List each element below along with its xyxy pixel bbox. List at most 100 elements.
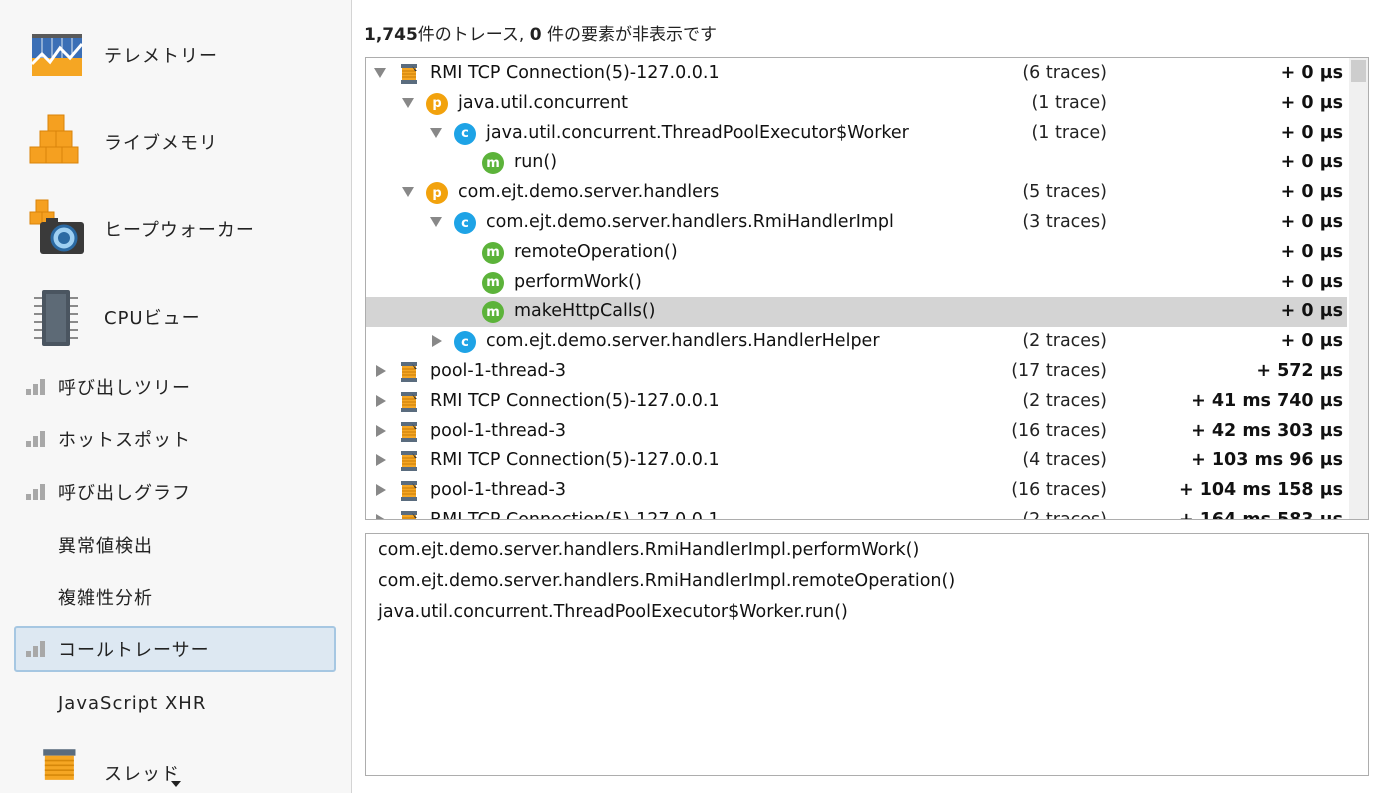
thread-icon: [401, 511, 417, 519]
expand-arrow-icon[interactable]: [376, 514, 386, 519]
trace-count: (2 traces): [1022, 331, 1107, 352]
nav-outlier-detection[interactable]: 異常値検出: [14, 522, 336, 568]
stack-detail-panel: com.ejt.demo.server.handlers.RmiHandlerI…: [365, 533, 1369, 776]
tree-row[interactable]: pool-1-thread-3 (16 traces) + 104 ms 158 µ…: [366, 476, 1347, 506]
trace-count: (1 trace): [1031, 92, 1107, 113]
trace-count: (1 trace): [1031, 122, 1107, 143]
tree-row[interactable]: p com.ejt.demo.server.handlers (5 traces) +…: [366, 178, 1347, 208]
expand-arrow-icon[interactable]: [376, 424, 386, 437]
tree-node-name: RMI TCP Connection(5)-127.0.0.1: [430, 63, 720, 83]
collapse-arrow-icon[interactable]: [374, 68, 386, 78]
tree-row[interactable]: RMI TCP Connection(5)-127.0.0.1 (4 traces…: [366, 446, 1347, 476]
expand-arrow-icon[interactable]: [432, 335, 442, 348]
nav-call-graph[interactable]: 呼び出しグラフ: [14, 469, 336, 515]
tree-scrollbar-thumb[interactable]: [1351, 60, 1366, 82]
bar-chart-icon: [26, 484, 46, 500]
thread-icon: [401, 451, 417, 472]
tree-row[interactable]: c java.util.concurrent.ThreadPoolExecutor…: [366, 119, 1347, 149]
tree-node-name: remoteOperation(): [514, 241, 678, 262]
elapsed-time: + 572 µs: [1256, 361, 1343, 381]
stack-line: com.ejt.demo.server.handlers.RmiHandlerI…: [378, 540, 920, 560]
nav-label: JavaScript XHR: [58, 692, 207, 714]
elapsed-time: + 103 ms 96 µs: [1191, 450, 1343, 471]
elapsed-time: + 0 µs: [1280, 271, 1343, 292]
telemetry-icon: [30, 34, 84, 76]
tree-row[interactable]: pool-1-thread-3 (17 traces) + 572 µs: [366, 357, 1347, 387]
trace-count: (6 traces): [1022, 63, 1107, 83]
tree-row[interactable]: RMI TCP Connection(5)-127.0.0.1 (2 traces…: [366, 506, 1347, 520]
method-icon: m: [482, 271, 504, 294]
live-memory-icon: [29, 114, 79, 164]
collapse-arrow-icon[interactable]: [402, 97, 414, 108]
expand-arrow-icon[interactable]: [376, 484, 386, 497]
tree-node-name: com.ejt.demo.server.handlers.RmiHandlerI…: [486, 212, 894, 232]
trace-count: 1,745: [364, 25, 418, 45]
nav-label: テレメトリー: [104, 46, 218, 67]
collapse-arrow-icon[interactable]: [430, 217, 442, 227]
nav-cpu-views[interactable]: CPUビュー: [0, 277, 351, 357]
package-icon: p: [426, 92, 448, 115]
tree-row[interactable]: pool-1-thread-3 (16 traces) + 42 ms 303 µs: [366, 417, 1347, 447]
tree-scrollbar[interactable]: [1349, 58, 1368, 519]
elapsed-time: + 0 µs: [1280, 241, 1343, 262]
elapsed-time: + 104 ms 158 µs: [1178, 480, 1343, 501]
thread-icon: [401, 421, 417, 442]
nav-call-tracer[interactable]: コールトレーサー: [14, 626, 336, 672]
tree-node-name: run(): [514, 152, 558, 173]
elapsed-time: + 164 ms 583 µs: [1178, 510, 1343, 520]
sidebar: テレメトリー ライブメモリ ヒープウォーカー CPUビュー 呼び出しツリー ホッ…: [0, 0, 352, 793]
tree-row[interactable]: RMI TCP Connection(5)-127.0.0.1 (6 traces…: [366, 59, 1347, 89]
call-tracer-view: 1,745件のトレース, 0 件の要素が非表示です RMI TCP Connec…: [352, 0, 1379, 793]
trace-count: (2 traces): [1022, 390, 1107, 411]
tree-row[interactable]: p java.util.concurrent (1 trace) + 0 µs: [366, 89, 1347, 119]
thread-icon: [401, 362, 417, 382]
tree-node-name: RMI TCP Connection(5)-127.0.0.1: [430, 390, 720, 411]
summary-text-1: 件のトレース,: [417, 25, 530, 45]
cpu-chip-icon: [34, 290, 78, 346]
elapsed-time: + 0 µs: [1280, 152, 1343, 173]
collapse-arrow-icon[interactable]: [402, 187, 414, 198]
expand-arrow-icon[interactable]: [376, 454, 386, 467]
elapsed-time: + 41 ms 740 µs: [1191, 390, 1343, 411]
expand-arrow-icon[interactable]: [376, 365, 386, 377]
nav-call-tree[interactable]: 呼び出しツリー: [14, 364, 336, 410]
trace-summary: 1,745件のトレース, 0 件の要素が非表示です: [364, 20, 717, 45]
elapsed-time: + 0 µs: [1280, 182, 1343, 203]
class-icon: c: [454, 122, 476, 145]
nav-label: 呼び出しツリー: [58, 378, 191, 399]
tree-row[interactable]: c com.ejt.demo.server.handlers.RmiHandler…: [366, 208, 1347, 238]
thread-icon: [401, 391, 417, 412]
tree-row[interactable]: m makeHttpCalls() + 0 µs: [366, 297, 1347, 328]
collapse-arrow-icon[interactable]: [430, 127, 442, 138]
class-icon: c: [454, 212, 476, 234]
expand-arrow-icon[interactable]: [376, 394, 386, 407]
tree-node-name: RMI TCP Connection(5)-127.0.0.1: [430, 510, 720, 520]
elapsed-time: + 0 µs: [1280, 301, 1343, 322]
tree-row[interactable]: m run() + 0 µs: [366, 148, 1347, 178]
tree-row[interactable]: m remoteOperation() + 0 µs: [366, 238, 1347, 268]
tree-row[interactable]: m performWork() + 0 µs: [366, 268, 1347, 298]
tree-row[interactable]: c com.ejt.demo.server.handlers.HandlerHel…: [366, 327, 1347, 357]
elapsed-time: + 0 µs: [1280, 92, 1343, 113]
tree-row[interactable]: RMI TCP Connection(5)-127.0.0.1 (2 traces…: [366, 387, 1347, 417]
elapsed-time: + 0 µs: [1280, 63, 1343, 83]
trace-tree[interactable]: RMI TCP Connection(5)-127.0.0.1 (6 traces…: [365, 57, 1369, 520]
nav-telemetry[interactable]: テレメトリー: [0, 15, 351, 95]
stack-line: java.util.concurrent.ThreadPoolExecutor$…: [378, 602, 848, 622]
method-icon: m: [482, 241, 504, 264]
nav-complexity-analysis[interactable]: 複雑性分析: [14, 574, 336, 620]
nav-javascript-xhr[interactable]: JavaScript XHR: [14, 680, 336, 726]
nav-hot-spots[interactable]: ホットスポット: [14, 416, 336, 462]
scroll-down-arrow-icon[interactable]: [171, 781, 181, 787]
elapsed-time: + 0 µs: [1280, 331, 1343, 352]
nav-label: CPUビュー: [104, 308, 201, 329]
elapsed-time: + 42 ms 303 µs: [1191, 420, 1343, 441]
tree-node-name: pool-1-thread-3: [430, 361, 566, 381]
nav-label: スレッド: [104, 764, 180, 785]
trace-count: (17 traces): [1011, 361, 1107, 381]
nav-heap-walker[interactable]: ヒープウォーカー: [0, 189, 351, 269]
tree-node-name: com.ejt.demo.server.handlers: [458, 182, 720, 203]
nav-live-memory[interactable]: ライブメモリ: [0, 102, 351, 182]
nav-label: ライブメモリ: [104, 133, 218, 154]
nav-label: ホットスポット: [58, 430, 191, 451]
